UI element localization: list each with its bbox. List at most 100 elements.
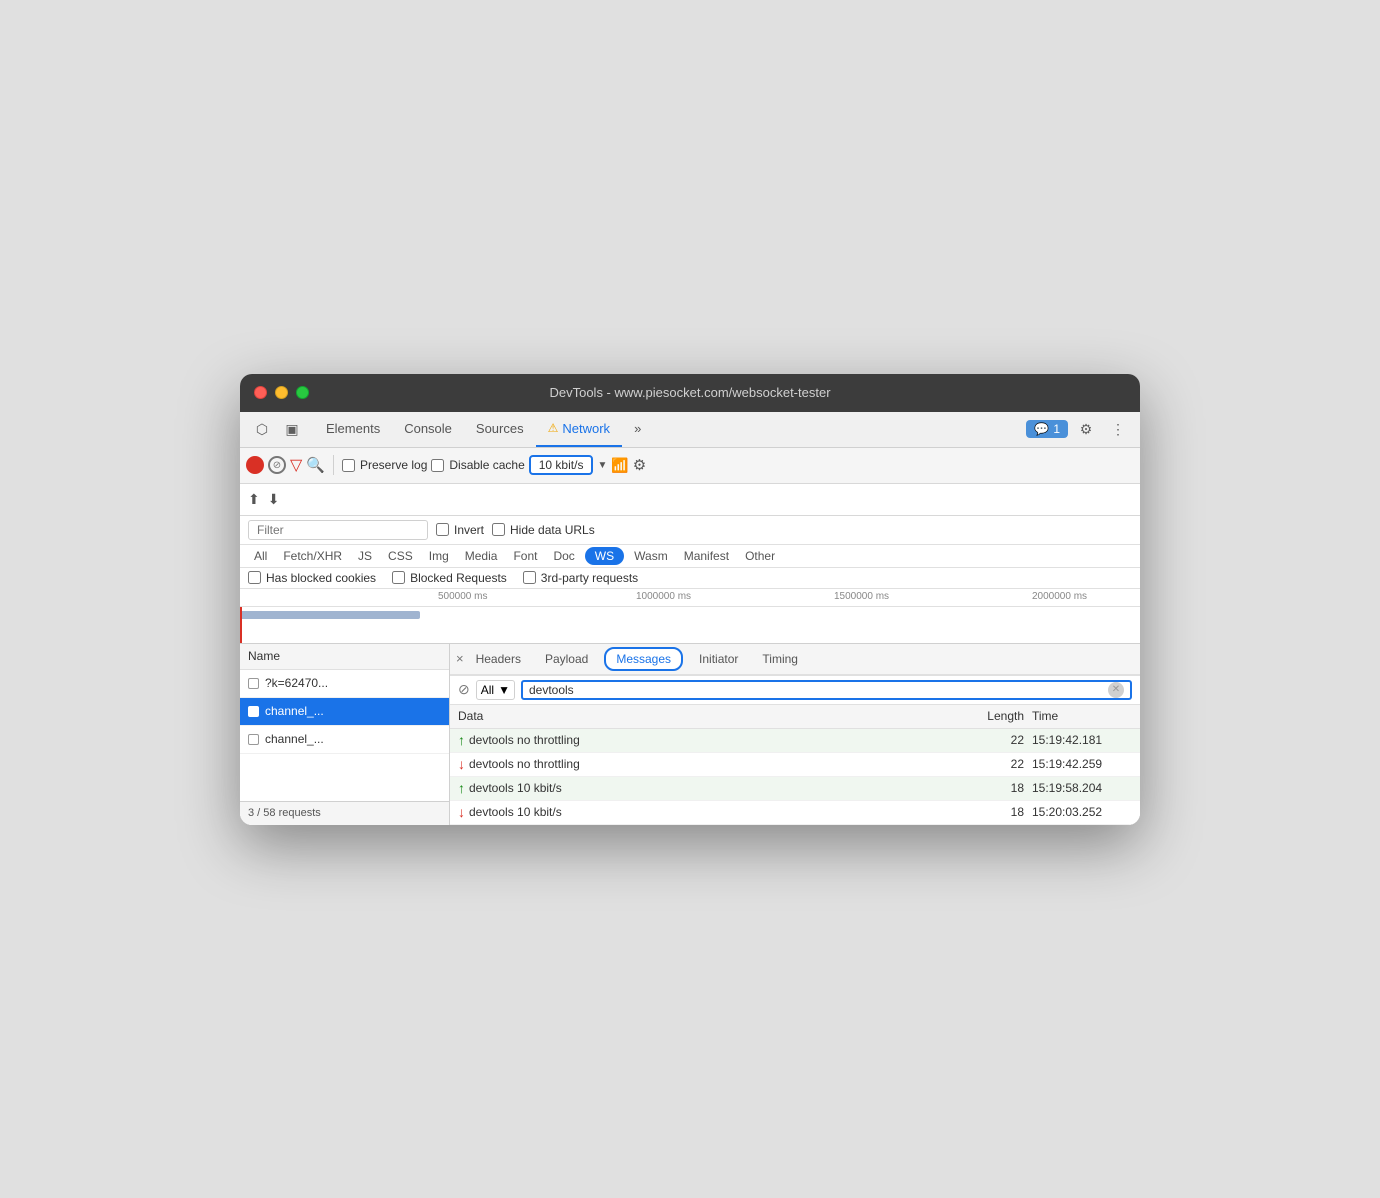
- req-name-2: channel_...: [265, 704, 324, 718]
- timeline-mark-1m: 1000000 ms: [636, 591, 691, 602]
- download-icon[interactable]: ⬇: [268, 491, 280, 508]
- warning-icon: ⚠: [548, 421, 559, 435]
- filter-icon: ▽: [290, 455, 302, 475]
- req-checkbox-1[interactable]: [248, 678, 259, 689]
- type-btn-css[interactable]: CSS: [382, 547, 419, 565]
- type-filter-bar: All Fetch/XHR JS CSS Img Media Font Doc …: [240, 545, 1140, 568]
- throttle-dropdown-arrow[interactable]: ▼: [597, 460, 607, 471]
- blocked-requests-checkbox[interactable]: [392, 571, 405, 584]
- minimize-button[interactable]: [275, 386, 288, 399]
- network-gear-icon[interactable]: ⚙: [633, 456, 646, 474]
- req-name-1: ?k=62470...: [265, 676, 328, 690]
- req-checkbox-2[interactable]: [248, 706, 259, 717]
- checkbox-filter-bar: Has blocked cookies Blocked Requests 3rd…: [240, 568, 1140, 589]
- disable-cache-label[interactable]: Disable cache: [431, 458, 524, 472]
- type-btn-wasm[interactable]: Wasm: [628, 547, 674, 565]
- arrow-up-icon-3: ↑: [458, 780, 465, 796]
- type-btn-manifest[interactable]: Manifest: [678, 547, 735, 565]
- type-btn-img[interactable]: Img: [423, 547, 455, 565]
- third-party-label[interactable]: 3rd-party requests: [523, 571, 638, 585]
- throttle-button[interactable]: 10 kbit/s: [529, 455, 594, 475]
- invert-checkbox[interactable]: [436, 523, 449, 536]
- wifi-icon: 📶: [611, 457, 628, 474]
- main-tab-bar: ⬡ ▣ Elements Console Sources ⚠ Network: [240, 412, 1140, 448]
- type-btn-media[interactable]: Media: [459, 547, 504, 565]
- msg-length-3: 18: [962, 781, 1032, 795]
- window-title: DevTools - www.piesocket.com/websocket-t…: [549, 385, 830, 400]
- request-item-2[interactable]: channel_...: [240, 698, 449, 726]
- timeline-mark-1500k: 1500000 ms: [834, 591, 889, 602]
- type-btn-all[interactable]: All: [248, 547, 273, 565]
- msg-time-1: 15:19:42.181: [1032, 733, 1132, 747]
- messages-search-wrapper: devtools ✕: [521, 680, 1132, 700]
- msg-data-4: ↓ devtools 10 kbit/s: [458, 804, 962, 820]
- hide-data-urls-checkbox[interactable]: [492, 523, 505, 536]
- blocked-cookies-label[interactable]: Has blocked cookies: [248, 571, 376, 585]
- timeline-playhead: [240, 607, 242, 644]
- right-panel: × Headers Payload Messages Initiator Tim…: [450, 644, 1140, 825]
- invert-label[interactable]: Invert: [436, 523, 484, 537]
- col-time-header: Time: [1032, 709, 1132, 723]
- tab-console[interactable]: Console: [392, 411, 464, 447]
- clear-search-icon[interactable]: ✕: [1108, 682, 1124, 698]
- timeline-request-bar: [240, 611, 420, 619]
- filter-bar: Invert Hide data URLs: [240, 516, 1140, 545]
- req-checkbox-3[interactable]: [248, 734, 259, 745]
- filter-input[interactable]: [248, 520, 428, 540]
- close-button[interactable]: [254, 386, 267, 399]
- type-btn-fetch-xhr[interactable]: Fetch/XHR: [277, 547, 348, 565]
- more-options-icon-btn[interactable]: ⋮: [1104, 415, 1132, 443]
- tab-more[interactable]: »: [622, 411, 653, 447]
- blocked-cookies-checkbox[interactable]: [248, 571, 261, 584]
- type-btn-font[interactable]: Font: [507, 547, 543, 565]
- messages-dropdown[interactable]: All ▼: [476, 680, 515, 700]
- msg-row-3[interactable]: ↑ devtools 10 kbit/s 18 15:19:58.204: [450, 777, 1140, 801]
- msg-length-1: 22: [962, 733, 1032, 747]
- disable-cache-checkbox[interactable]: [431, 459, 444, 472]
- msg-length-2: 22: [962, 757, 1032, 771]
- msg-row-4[interactable]: ↓ devtools 10 kbit/s 18 15:20:03.252: [450, 801, 1140, 825]
- request-item-3[interactable]: channel_...: [240, 726, 449, 754]
- tab-sources[interactable]: Sources: [464, 411, 536, 447]
- record-button[interactable]: [246, 456, 264, 474]
- hide-data-urls-label[interactable]: Hide data URLs: [492, 523, 595, 537]
- preserve-log-label[interactable]: Preserve log: [342, 458, 427, 472]
- messages-table: Data Length Time ↑ devtools no throttlin…: [450, 705, 1140, 825]
- msg-data-1: ↑ devtools no throttling: [458, 732, 962, 748]
- fullscreen-button[interactable]: [296, 386, 309, 399]
- left-panel: Name ?k=62470... channel_... channel_...: [240, 644, 450, 825]
- timeline-mark-2m: 2000000 ms: [1032, 591, 1087, 602]
- device-icon-btn[interactable]: ▣: [278, 415, 306, 443]
- tab-elements[interactable]: Elements: [314, 411, 392, 447]
- msg-row-1[interactable]: ↑ devtools no throttling 22 15:19:42.181: [450, 729, 1140, 753]
- arrow-down-icon-2: ↓: [458, 756, 465, 772]
- tab-messages[interactable]: Messages: [604, 647, 683, 671]
- titlebar: DevTools - www.piesocket.com/websocket-t…: [240, 374, 1140, 412]
- tab-timing[interactable]: Timing: [750, 644, 810, 676]
- stop-button[interactable]: ⊘: [268, 456, 286, 474]
- upload-download-toolbar: ⬆ ⬇: [240, 484, 1140, 516]
- type-btn-js[interactable]: JS: [352, 547, 378, 565]
- msg-row-2[interactable]: ↓ devtools no throttling 22 15:19:42.259: [450, 753, 1140, 777]
- panel-close-btn[interactable]: ×: [456, 651, 464, 666]
- pointer-icon-btn[interactable]: ⬡: [248, 415, 276, 443]
- type-btn-ws[interactable]: WS: [585, 547, 624, 565]
- tab-initiator[interactable]: Initiator: [687, 644, 750, 676]
- msg-time-2: 15:19:42.259: [1032, 757, 1132, 771]
- type-btn-doc[interactable]: Doc: [547, 547, 580, 565]
- preserve-log-checkbox[interactable]: [342, 459, 355, 472]
- tab-payload[interactable]: Payload: [533, 644, 600, 676]
- console-badge-btn[interactable]: 💬 1: [1026, 420, 1068, 438]
- msg-time-4: 15:20:03.252: [1032, 805, 1132, 819]
- tab-headers[interactable]: Headers: [464, 644, 533, 676]
- col-data-header: Data: [458, 709, 962, 723]
- tab-network[interactable]: ⚠ Network: [536, 411, 622, 447]
- third-party-checkbox[interactable]: [523, 571, 536, 584]
- tab-bar-right: 💬 1 ⚙ ⋮: [1026, 415, 1132, 443]
- blocked-requests-label[interactable]: Blocked Requests: [392, 571, 507, 585]
- settings-icon-btn[interactable]: ⚙: [1072, 415, 1100, 443]
- request-item-1[interactable]: ?k=62470...: [240, 670, 449, 698]
- upload-icon[interactable]: ⬆: [248, 491, 260, 508]
- no-entry-icon[interactable]: ⊘: [458, 681, 470, 698]
- type-btn-other[interactable]: Other: [739, 547, 781, 565]
